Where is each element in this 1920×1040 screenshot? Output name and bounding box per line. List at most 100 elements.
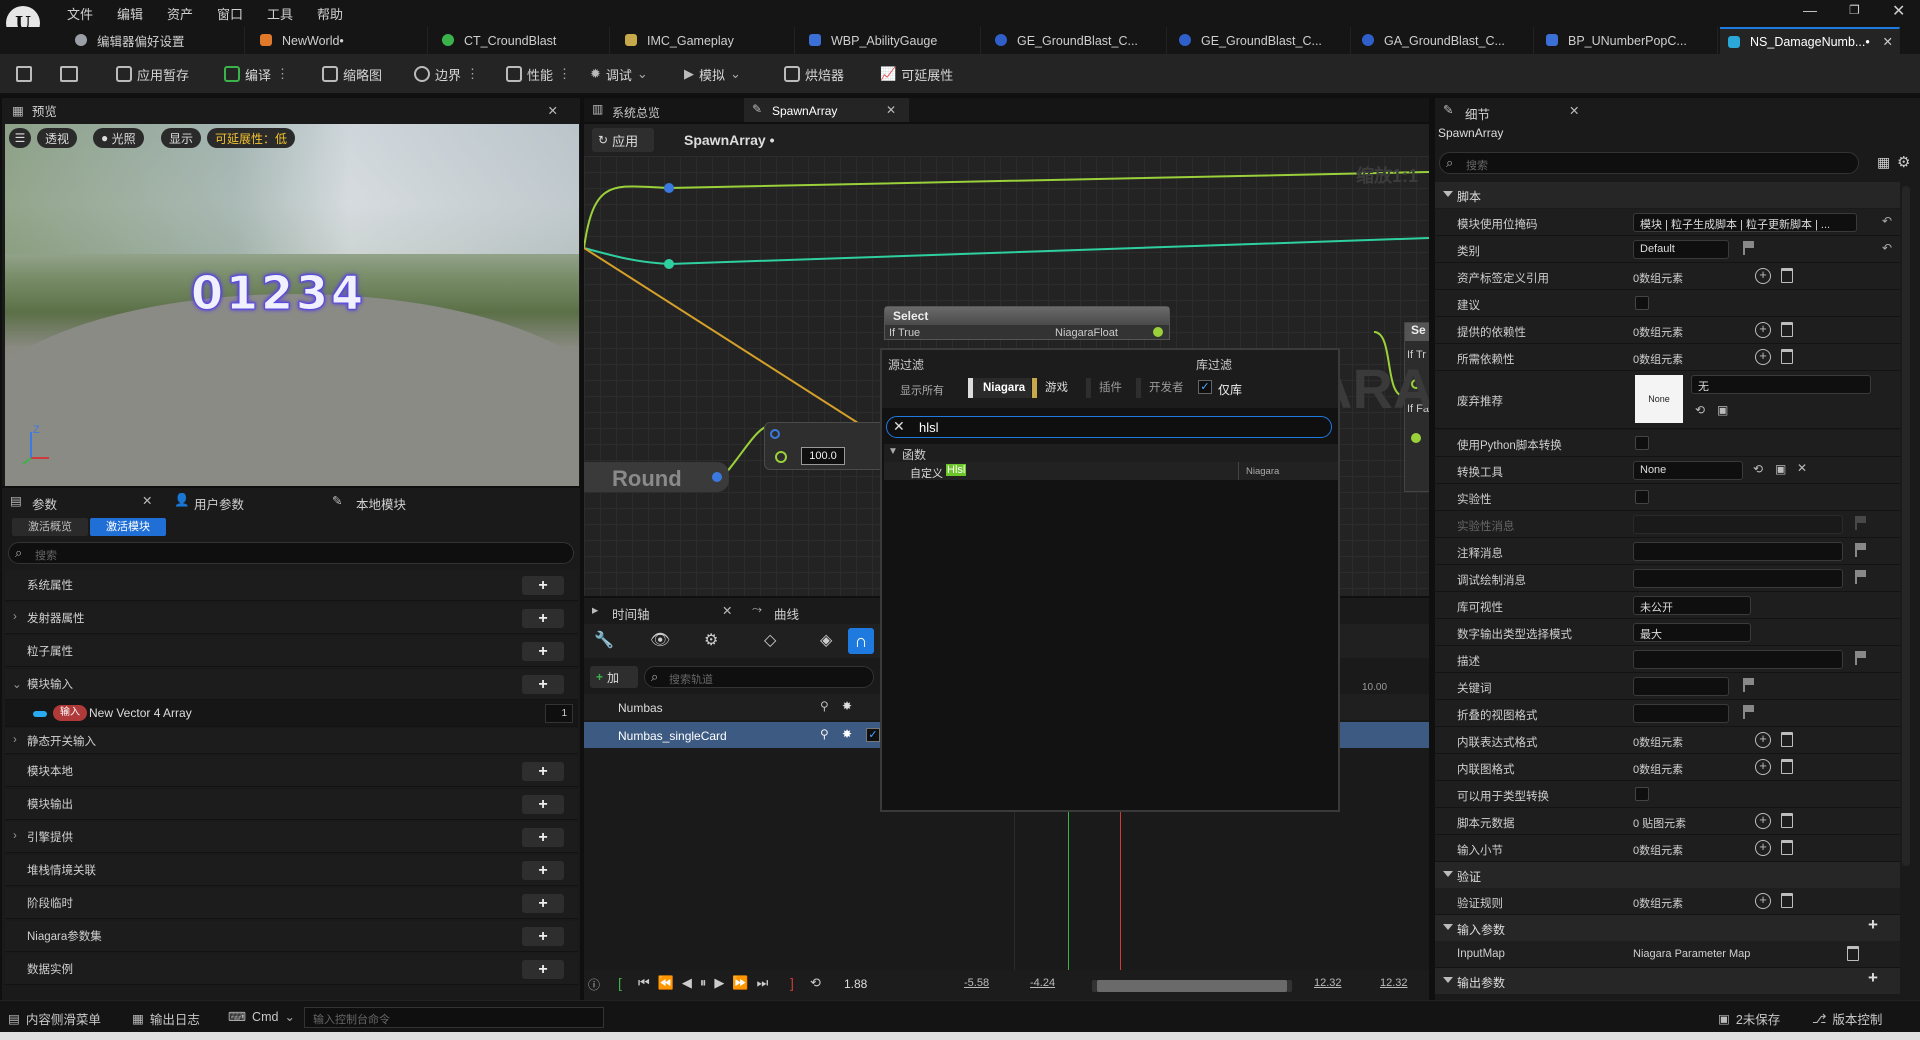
tab-bp-unumberpop[interactable]: BP_UNumberPopC... [1538, 27, 1718, 54]
filter-plugin[interactable]: 插件 [1086, 378, 1128, 398]
tab-user-params[interactable]: 用户参数 [194, 494, 244, 513]
param-value[interactable]: 1 [545, 704, 573, 723]
collapse-arrow-icon[interactable]: ▼ [888, 446, 898, 457]
add-element-icon[interactable]: + [1755, 759, 1771, 775]
trash-icon[interactable] [1781, 322, 1793, 337]
start-bracket-icon[interactable]: [ [618, 975, 622, 991]
details-search-input[interactable]: ⌕ 搜索 [1439, 152, 1859, 174]
clear-icon[interactable]: ✕ [1797, 461, 1807, 475]
param-row-particle[interactable]: 粒子属性 + [5, 636, 578, 667]
browse-asset-icon[interactable]: ▣ [1775, 462, 1786, 476]
tab-wbp-abilitygauge[interactable]: WBP_AbilityGauge [801, 27, 981, 54]
param-row-new-vector4-array[interactable]: 输入 New Vector 4 Array 1 [5, 700, 578, 727]
add-track-button[interactable]: + 加 [590, 666, 638, 688]
category-input[interactable]: Default [1633, 240, 1729, 259]
tab-timeline[interactable]: 时间轴 [612, 604, 650, 623]
filter-show-all[interactable]: 显示所有 [900, 382, 944, 398]
debug-draw-input[interactable] [1633, 569, 1843, 588]
close-tab-icon[interactable]: ✕ [1883, 34, 1893, 49]
trash-icon[interactable] [1781, 732, 1793, 747]
clear-search-icon[interactable]: ✕ [893, 418, 905, 435]
section-validation[interactable]: 验证 [1435, 862, 1900, 888]
add-input-param-button[interactable]: + [1853, 915, 1893, 941]
add-param-button[interactable]: + [522, 642, 564, 661]
param-row-module-output[interactable]: 模块输出 + [5, 789, 578, 820]
param-row-static-switch[interactable]: › 静态开关输入 [5, 728, 578, 754]
param-row-transient[interactable]: 阶段临时 + [5, 888, 578, 919]
track-search-input[interactable]: ⌕ 搜索轨道 [644, 666, 874, 688]
type-conversion-checkbox[interactable] [1635, 787, 1649, 801]
tab-params[interactable]: 参数 [32, 494, 57, 513]
python-conversion-checkbox[interactable] [1635, 436, 1649, 450]
constant-value-input[interactable]: 100.0 [801, 447, 845, 465]
output-pin-icon[interactable] [775, 451, 787, 463]
use-selected-icon[interactable]: ⟲ [1753, 462, 1763, 476]
add-param-button[interactable]: + [522, 795, 564, 814]
numeric-output-dropdown[interactable]: 最大 [1633, 623, 1751, 642]
track-enabled-checkbox[interactable]: ✓ [866, 728, 880, 742]
snap-magnet-icon[interactable]: ∩ [848, 628, 874, 654]
param-row-data-instance[interactable]: 数据实例 + [5, 954, 578, 985]
key-icon[interactable]: ◇ [764, 630, 776, 650]
collapse-arrow-icon[interactable] [1443, 191, 1453, 197]
reset-icon[interactable]: ↶ [1882, 214, 1892, 228]
settings-gear-icon[interactable]: ⚙ [1897, 153, 1910, 171]
param-row-module-input[interactable]: ⌄ 模块输入 + [5, 669, 578, 700]
restore-icon[interactable]: ❐ [1849, 3, 1860, 17]
trash-icon[interactable] [1781, 349, 1793, 364]
use-selected-icon[interactable]: ⟲ [1695, 403, 1705, 417]
category-functions[interactable]: ▼ 函数 [884, 444, 1338, 462]
show-button[interactable]: 显示 [161, 128, 202, 148]
trash-icon[interactable] [1781, 893, 1793, 908]
pin-icon[interactable]: ⚲ [820, 699, 829, 713]
add-param-button[interactable]: + [522, 861, 564, 880]
if-true-pin[interactable]: If True [889, 327, 920, 339]
subtab-active-overview[interactable]: 激活概览 [12, 518, 88, 536]
bounds-button[interactable]: 边界 ⋮ [414, 62, 479, 86]
tab-ct-croundblast[interactable]: CT_CroundBlast [434, 27, 610, 54]
add-param-button[interactable]: + [522, 675, 564, 694]
close-details-icon[interactable]: ✕ [1569, 103, 1579, 118]
browse-asset-icon[interactable]: ▣ [1717, 403, 1728, 417]
add-element-icon[interactable]: + [1755, 322, 1771, 338]
add-element-icon[interactable]: + [1755, 349, 1771, 365]
trash-icon[interactable] [1781, 813, 1793, 828]
tab-imc-gameplay[interactable]: IMC_Gameplay [617, 27, 795, 54]
apply-button[interactable]: ↻ 应用 [592, 128, 654, 152]
simulate-button[interactable]: ▶ 模拟 ⌄ [684, 62, 741, 86]
hamburger-menu-icon[interactable]: ☰ [9, 128, 31, 148]
description-input[interactable] [1633, 650, 1843, 669]
content-drawer-button[interactable]: ▤ 内容侧滑菜单 [8, 1009, 101, 1028]
tab-editor-prefs[interactable]: 编辑器偏好设置 [67, 27, 245, 54]
section-input-params[interactable]: 输入参数 + [1435, 915, 1900, 941]
tab-curve[interactable]: 曲线 [774, 604, 799, 623]
view-end-time[interactable]: 12.32 [1380, 977, 1408, 989]
subtab-active-modules[interactable]: 激活模块 [90, 518, 166, 536]
preview-viewport[interactable]: ☰ 透视 ● 光照 显示 可延展性：低 01234 Z [5, 124, 579, 486]
expand-arrow-icon[interactable]: › [13, 830, 17, 842]
wrench-icon[interactable]: 🔧 [594, 630, 614, 650]
browse-icon[interactable] [60, 66, 78, 82]
console-input[interactable]: 输入控制台命令 [304, 1007, 604, 1028]
tab-ga-groundblast[interactable]: GA_GroundBlast_C... [1354, 27, 1534, 54]
deprecation-dropdown[interactable]: 无 [1691, 375, 1871, 394]
tab-newworld[interactable]: NewWorld• [252, 27, 428, 54]
search-result-custom-hlsl[interactable]: 自定义 Hlsl Niagara [884, 462, 1338, 480]
save-icon[interactable] [16, 66, 32, 82]
select-node[interactable]: Select If True NiagaraFloat [884, 306, 1170, 340]
params-search-input[interactable]: ⌕ 搜索 [8, 542, 574, 564]
perspective-button[interactable]: 透视 [37, 128, 78, 148]
solo-icon[interactable]: ✸ [842, 727, 852, 741]
add-param-button[interactable]: + [522, 828, 564, 847]
conversion-tool-dropdown[interactable]: None [1633, 461, 1743, 480]
add-param-button[interactable]: + [522, 894, 564, 913]
filter-niagara[interactable]: Niagara [968, 378, 1032, 398]
close-timeline-icon[interactable]: ✕ [722, 603, 732, 618]
collapse-arrow-icon[interactable] [1443, 924, 1453, 930]
tab-ns-damagenumber[interactable]: NS_DamageNumb...• ✕ [1720, 27, 1900, 54]
note-message-input[interactable] [1633, 542, 1843, 561]
tab-local-module[interactable]: 本地模块 [356, 494, 406, 513]
menu-edit[interactable]: 编辑 [117, 4, 143, 23]
collapse-arrow-icon[interactable] [1443, 871, 1453, 877]
close-window-icon[interactable]: ✕ [1892, 1, 1905, 21]
